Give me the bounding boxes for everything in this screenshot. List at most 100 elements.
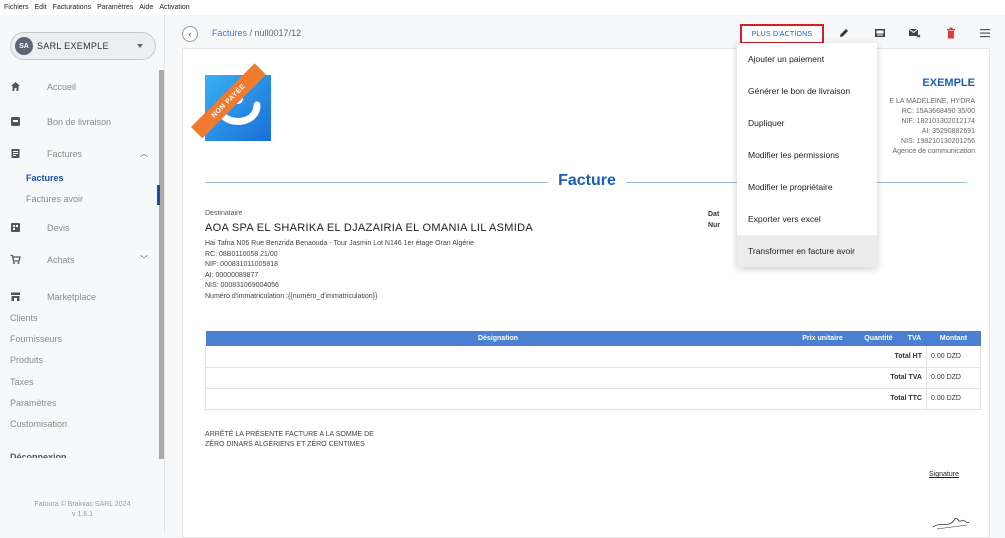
email-icon[interactable] [907,26,921,40]
sidebar-item-accueil[interactable]: Accueil [0,81,76,92]
image-icon[interactable] [873,26,887,40]
company-title: EXEMPLE [922,77,975,89]
delivery-icon [10,116,21,127]
col-designation: Désignation [205,331,791,346]
footer-copyright: Fatoura © Brainiac SARL 2024 [34,501,131,508]
company-activity: Agence de communication [892,148,976,155]
client-rc: RC: 08B0110058 21/00 [205,250,278,258]
client-details: Hai Tafna N06 Rue Benzrida Benaouda - To… [205,239,474,302]
breadcrumb-current: null0017/12 [254,28,302,38]
main-area: ‹ Factures / null0017/12 PLUS D'ACTIONS … [174,15,1005,538]
menu-fichiers[interactable]: Fichiers [4,4,29,11]
chevron-left-icon: ‹ [188,29,192,39]
sidebar-item-marketplace[interactable]: Marketplace [0,291,96,302]
number-label: Nur [708,221,721,229]
sidebar-scrollbar[interactable] [159,70,164,459]
table-row: Total HT 0.00 DZD [205,346,981,368]
menu-parametres[interactable]: Paramètres [97,4,133,11]
sidebar-item-clients[interactable]: Clients [10,313,38,323]
menu-edit[interactable]: Edit [35,4,47,11]
menu-item-modifier-permissions[interactable]: Modifier les permissions [737,139,877,171]
amount-in-words: ARRÊTÉ LA PRÉSENTE FACTURE A LA SOMME DE… [205,430,374,450]
home-icon [10,81,21,92]
menu-activation[interactable]: Activation [159,4,189,11]
client-nis: NIS: 000831069004056 [205,282,279,289]
sidebar-label-bon-livraison: Bon de livraison [47,116,112,127]
back-button[interactable]: ‹ [182,26,198,42]
sidebar-label-accueil: Accueil [47,81,77,92]
date-label: Dat [708,211,720,218]
invoice-title-text: Facture [548,172,626,189]
menu-item-modifier-proprietaire[interactable]: Modifier le propriétaire [737,171,877,203]
chevron-up-icon[interactable]: ︿ [140,148,148,159]
breadcrumb: Factures / null0017/12 [212,28,301,38]
edit-icon[interactable] [837,26,851,40]
trash-icon[interactable] [944,26,958,40]
company-name: SARL EXEMPLE [37,41,109,51]
menu-item-transformer-facture-avoir[interactable]: Transformer en facture avoir [737,235,877,267]
more-actions-button[interactable]: PLUS D'ACTIONS [740,24,824,44]
sidebar-item-bon-livraison[interactable]: Bon de livraison [0,116,111,127]
sidebar-label-factures: Factures [47,148,83,159]
store-icon [10,291,21,302]
menu-item-generer-bon-livraison[interactable]: Générer le bon de livraison [737,75,877,107]
footer-version: v 1.6.1 [71,511,93,518]
invoice-icon [10,148,21,159]
sidebar-label-devis: Devis [47,222,70,233]
sidebar-item-factures[interactable]: Factures [0,148,82,159]
table-row: Total TVA 0.00 DZD [205,367,981,389]
sidebar-sub-factures[interactable]: Factures [26,173,64,183]
quote-icon [10,222,21,233]
table-header-row: Désignation Prix unitaire Quantité TVA M… [205,331,981,346]
chevron-down-icon[interactable]: ﹀ [140,254,148,265]
sidebar-sub-factures-avoir[interactable]: Factures avoir [26,194,83,204]
caret-down-icon [137,44,143,48]
sidebar-item-produits[interactable]: Produits [10,355,43,365]
company-nif: NIF: 182101302012174 [901,118,975,125]
sidebar-label-achats: Achats [47,254,75,265]
arrete-line-1: ARRÊTÉ LA PRÉSENTE FACTURE A LA SOMME DE [205,431,374,438]
col-quantite: Quantité [854,331,903,346]
menu-item-ajouter-paiement[interactable]: Ajouter un paiement [737,43,877,75]
company-nis: NIS: 198210130201256 [901,138,975,145]
signature-label: Signature [929,471,959,478]
items-table: Désignation Prix unitaire Quantité TVA M… [205,331,981,410]
sidebar-item-deconnexion[interactable]: Déconnexion [10,452,67,458]
client-ai: AI: 00000089877 [205,271,259,279]
sidebar: SA SARL EXEMPLE Accueil Bon de livraison… [0,15,165,533]
date-number-labels: Dat Nur [708,210,720,231]
menu-facturations[interactable]: Facturations [53,4,92,11]
col-montant: Montant [926,331,981,346]
total-ttc-value: 0.00 DZD [926,388,981,410]
company-selector[interactable]: SA SARL EXEMPLE [10,32,156,60]
menu-aide[interactable]: Aide [139,4,153,11]
total-tva-label: Total TVA [790,367,927,389]
company-info: E LA MADELEINE, HYDRA RC: 15A3668490 35/… [889,97,975,157]
toolbar: ‹ Factures / null0017/12 PLUS D'ACTIONS [174,21,1005,47]
total-ht-label: Total HT [790,346,927,368]
sidebar-item-fournisseurs[interactable]: Fournisseurs [10,334,62,344]
total-ht-value: 0.00 DZD [926,346,981,368]
menu-icon[interactable] [978,26,992,40]
breadcrumb-link-factures[interactable]: Factures [212,28,247,38]
sidebar-item-customisation[interactable]: Customisation [10,419,67,429]
sidebar-item-achats[interactable]: Achats [0,254,75,265]
company-ai: AI: 35290882691 [921,128,975,135]
sidebar-item-devis[interactable]: Devis [0,222,70,233]
more-actions-menu: Ajouter un paiement Générer le bon de li… [737,43,877,267]
signature-drawing [932,517,970,530]
arrete-line-2: ZÉRO DINARS ALGÉRIENS ET ZÉRO CENTIMES [205,441,365,448]
menu-item-exporter-excel[interactable]: Exporter vers excel [737,203,877,235]
menubar: Fichiers Edit Facturations Paramètres Ai… [0,0,1005,15]
total-ttc-label: Total TTC [790,388,927,410]
cart-icon [10,254,21,265]
active-indicator [157,185,160,205]
col-prix-unitaire: Prix unitaire [790,331,855,346]
sidebar-item-parametres[interactable]: Paramètres [10,398,57,408]
menu-item-dupliquer[interactable]: Dupliquer [737,107,877,139]
sidebar-item-taxes[interactable]: Taxes [10,377,34,387]
client-address: Hai Tafna N06 Rue Benzrida Benaouda - To… [205,240,475,247]
avatar: SA [15,37,33,55]
client-name: AOA SPA EL SHARIKA EL DJAZAIRIA EL OMANI… [205,222,533,234]
client-nif: NIF: 000831011005818 [205,261,279,268]
